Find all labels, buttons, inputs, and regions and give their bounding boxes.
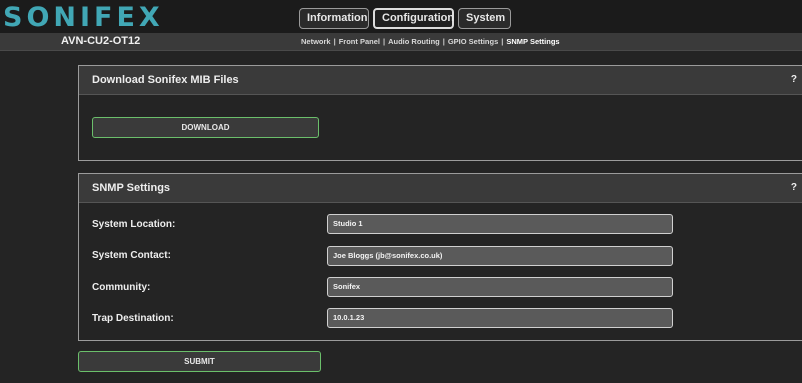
subnav-audio-routing[interactable]: Audio Routing (388, 37, 440, 46)
system-location-label: System Location: (92, 219, 176, 230)
help-icon[interactable]: ? (791, 182, 797, 193)
subnav-network[interactable]: Network (301, 37, 331, 46)
sub-navigation-bar: AVN-CU2-OT12 Network | Front Panel | Audio R… (0, 33, 802, 51)
subnav-separator: | (333, 37, 336, 46)
system-location-field[interactable]: Studio 1 (327, 214, 673, 234)
main-tabs: Information Configuration System (299, 8, 511, 29)
sonifex-logo: SONIFEX (3, 2, 164, 33)
snmp-panel-header: SNMP Settings ? (79, 174, 802, 203)
download-button[interactable]: DOWNLOAD (92, 117, 319, 138)
subnav-separator: | (442, 37, 445, 46)
community-field[interactable]: Sonifex (327, 277, 673, 297)
trap-destination-field[interactable]: 10.0.1.23 (327, 308, 673, 328)
snmp-settings-panel: SNMP Settings ? System Location: Studio … (78, 173, 802, 341)
header: SONIFEX Information Configuration System (0, 0, 802, 33)
mib-panel-header: Download Sonifex MIB Files ? (79, 66, 802, 95)
subnav-snmp-settings[interactable]: SNMP Settings (506, 37, 559, 46)
subnav-front-panel[interactable]: Front Panel (339, 37, 380, 46)
tab-information[interactable]: Information (299, 8, 369, 29)
subnav-separator: | (382, 37, 386, 46)
config-subnav: Network | Front Panel | Audio Routing | GPIO S… (301, 37, 560, 46)
mib-download-panel: Download Sonifex MIB Files ? DOWNLOAD (78, 65, 802, 161)
tab-system[interactable]: System (458, 8, 511, 29)
system-contact-field[interactable]: Joe Bloggs (jb@sonifex.co.uk) (327, 246, 673, 266)
help-icon[interactable]: ? (791, 74, 797, 85)
subnav-gpio-settings[interactable]: GPIO Settings (448, 37, 498, 46)
community-label: Community: (92, 282, 151, 293)
snmp-panel-title: SNMP Settings (92, 182, 171, 194)
mib-panel-title: Download Sonifex MIB Files (92, 74, 239, 86)
tab-configuration[interactable]: Configuration (373, 8, 454, 29)
system-contact-label: System Contact: (92, 250, 171, 261)
trap-destination-label: Trap Destination: (92, 313, 174, 324)
device-name: AVN-CU2-OT12 (61, 35, 141, 47)
submit-button[interactable]: SUBMIT (78, 351, 321, 372)
